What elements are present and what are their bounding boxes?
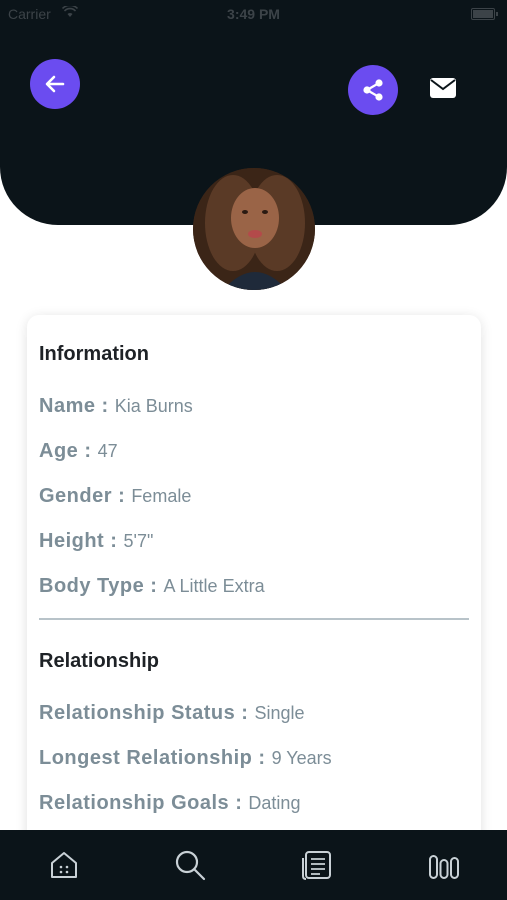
relationship-label: Longest Relationship : [39, 747, 266, 769]
info-label: Height : [39, 530, 118, 552]
status-time: 3:49 PM [227, 6, 280, 22]
tab-search[interactable] [173, 848, 207, 882]
relationship-value: 9 Years [271, 748, 332, 768]
back-button[interactable] [30, 59, 80, 109]
info-row-name: Name : Kia Burns [39, 395, 193, 418]
section-divider [39, 618, 469, 620]
bottom-tab-bar [0, 830, 507, 900]
feed-icon [302, 851, 331, 880]
info-label: Body Type : [39, 575, 158, 597]
info-value: Kia Burns [114, 396, 193, 416]
relationship-row-status: Relationship Status : Single [39, 702, 305, 725]
share-icon [363, 79, 383, 101]
info-value: A Little Extra [163, 576, 265, 596]
message-button[interactable] [429, 77, 457, 99]
battery-icon [471, 8, 498, 20]
relationship-row-goals: Relationship Goals : Dating [39, 792, 300, 815]
search-icon [175, 850, 206, 881]
mail-icon [430, 78, 456, 98]
information-heading: Information [39, 343, 149, 365]
info-row-gender: Gender : Female [39, 485, 191, 508]
info-label: Gender : [39, 485, 126, 507]
status-bar: Carrier 3:49 PM [0, 0, 507, 28]
relationship-row-longest: Longest Relationship : 9 Years [39, 747, 332, 770]
info-label: Age : [39, 440, 92, 462]
home-icon [51, 852, 77, 878]
stats-icon [429, 855, 459, 879]
relationship-value: Single [254, 703, 305, 723]
relationship-label: Relationship Status : [39, 702, 249, 724]
info-row-height: Height : 5'7" [39, 530, 153, 553]
info-value: 5'7" [123, 531, 154, 551]
tab-home[interactable] [47, 848, 81, 882]
tab-stats[interactable] [427, 848, 461, 882]
info-row-body-type: Body Type : A Little Extra [39, 575, 265, 598]
relationship-label: Relationship Goals : [39, 792, 243, 814]
arrow-left-icon [45, 75, 65, 93]
info-value: Female [131, 486, 192, 506]
info-label: Name : [39, 395, 109, 417]
relationship-heading: Relationship [39, 650, 160, 672]
info-value: 47 [97, 441, 118, 461]
share-button[interactable] [348, 65, 398, 115]
profile-details-card: Information Name : Kia Burns Age : 47 Ge… [27, 315, 481, 875]
info-row-age: Age : 47 [39, 440, 118, 463]
relationship-value: Dating [248, 793, 301, 813]
tab-feed[interactable] [300, 848, 334, 882]
profile-avatar [193, 168, 315, 290]
